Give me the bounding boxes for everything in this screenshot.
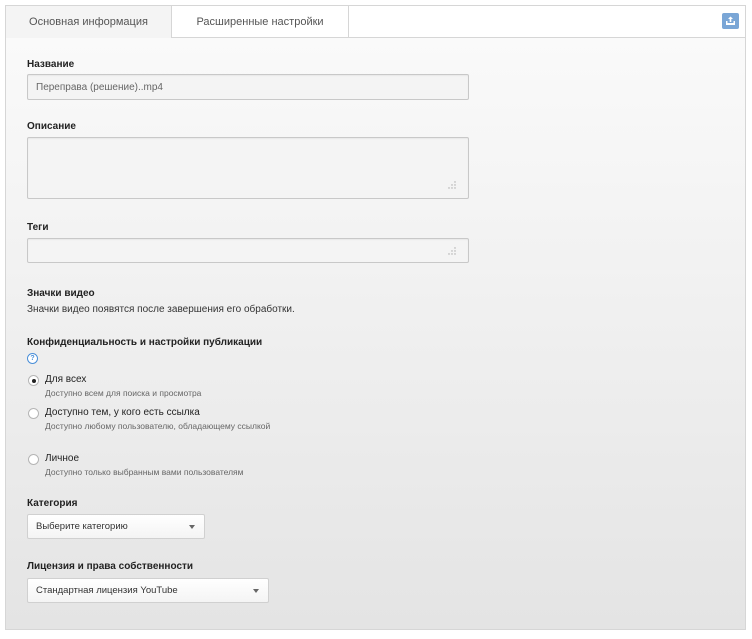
tab-basic-info[interactable]: Основная информация bbox=[6, 6, 172, 38]
category-selected-value: Выберите категорию bbox=[36, 521, 128, 532]
license-selected-value: Стандартная лицензия YouTube bbox=[36, 585, 178, 596]
thumbnails-message: Значки видео появятся после завершения е… bbox=[27, 304, 295, 315]
privacy-option-desc: Доступно всем для поиска и просмотра bbox=[45, 388, 202, 398]
chevron-down-icon bbox=[253, 589, 259, 593]
tab-advanced-settings-label: Расширенные настройки bbox=[196, 16, 324, 28]
privacy-label: Конфиденциальность и настройки публикаци… bbox=[27, 337, 263, 348]
license-label: Лицензия и права собственности bbox=[27, 561, 194, 572]
privacy-option-desc: Доступно любому пользователю, обладающем… bbox=[45, 421, 271, 431]
title-field[interactable] bbox=[27, 74, 469, 100]
resize-grip-icon[interactable] bbox=[448, 181, 456, 189]
description-label: Описание bbox=[27, 121, 76, 132]
title-input[interactable] bbox=[28, 75, 468, 99]
help-icon[interactable]: ? bbox=[27, 353, 38, 364]
tab-basic-info-label: Основная информация bbox=[29, 16, 148, 28]
resize-grip-icon[interactable] bbox=[448, 247, 456, 255]
tags-input[interactable] bbox=[27, 238, 469, 263]
privacy-option-title: Личное bbox=[45, 453, 80, 464]
tags-label: Теги bbox=[27, 222, 49, 233]
category-select[interactable]: Выберите категорию bbox=[27, 514, 205, 539]
radio-private[interactable] bbox=[28, 454, 39, 465]
radio-unlisted[interactable] bbox=[28, 408, 39, 419]
upload-button[interactable] bbox=[722, 13, 739, 29]
privacy-option-desc: Доступно только выбранным вами пользоват… bbox=[45, 467, 244, 477]
category-label: Категория bbox=[27, 498, 78, 509]
privacy-option-title: Для всех bbox=[45, 374, 87, 385]
description-textarea[interactable] bbox=[27, 137, 469, 199]
license-select[interactable]: Стандартная лицензия YouTube bbox=[27, 578, 269, 603]
radio-public[interactable] bbox=[28, 375, 39, 386]
title-label: Название bbox=[27, 59, 75, 70]
video-settings-panel: Основная информация Расширенные настройк… bbox=[5, 5, 746, 630]
tab-bar: Основная информация Расширенные настройк… bbox=[6, 6, 745, 38]
thumbnails-label: Значки видео bbox=[27, 288, 95, 299]
upload-icon bbox=[726, 16, 735, 25]
tab-advanced-settings[interactable]: Расширенные настройки bbox=[172, 6, 349, 38]
chevron-down-icon bbox=[189, 525, 195, 529]
privacy-option-title: Доступно тем, у кого есть ссылка bbox=[45, 407, 200, 418]
